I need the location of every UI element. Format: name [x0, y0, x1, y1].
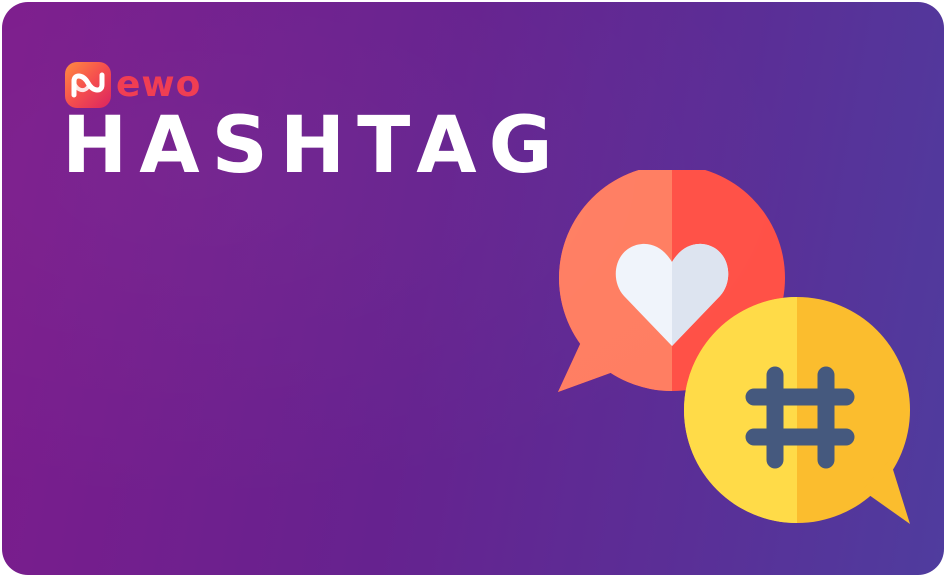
hashtag-card: ewo HASHTAG — [2, 2, 944, 575]
brand-name: ewo — [116, 64, 202, 105]
chat-bubbles-illustration — [558, 170, 910, 524]
hashtag-speech-bubble-icon — [684, 297, 910, 524]
page-title: HASHTAG — [62, 101, 565, 191]
